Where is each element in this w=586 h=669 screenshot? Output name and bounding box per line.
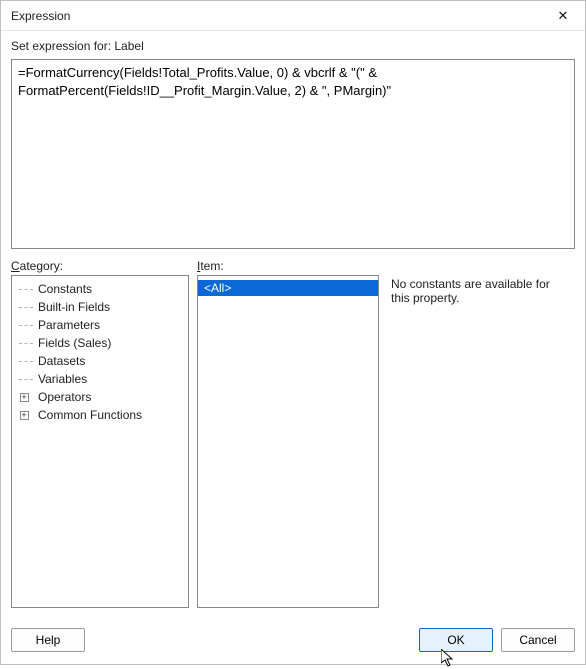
item-label: Item: [197,259,379,275]
help-button[interactable]: Help [11,628,85,652]
category-node[interactable]: Variables [12,370,188,388]
cancel-button[interactable]: Cancel [501,628,575,652]
category-node[interactable]: +Operators [12,388,188,406]
category-node[interactable]: Constants [12,280,188,298]
category-node-label: Datasets [36,354,85,368]
description-label-spacer [387,259,575,275]
item-column: Item: <All> [197,259,379,608]
close-icon: ✕ [558,8,569,24]
category-label: Category: [11,259,189,275]
description-column: No constants are available for this prop… [387,259,575,608]
dialog-footer: Help OK Cancel [1,616,585,664]
category-node-label: Built-in Fields [36,300,110,314]
category-node[interactable]: Datasets [12,352,188,370]
tree-connector-icon [16,379,36,380]
tree-connector-icon [16,307,36,308]
category-node[interactable]: Fields (Sales) [12,334,188,352]
expression-textarea[interactable] [11,59,575,249]
tree-connector-icon [16,361,36,362]
columns: Category: Constants Built-in Fields Parame… [11,259,575,608]
category-node-label: Parameters [36,318,100,332]
expand-icon[interactable]: + [16,411,36,420]
category-node[interactable]: +Common Functions [12,406,188,424]
category-node-label: Fields (Sales) [36,336,111,350]
category-node[interactable]: Parameters [12,316,188,334]
item-list[interactable]: <All> [197,275,379,608]
dialog-content: Set expression for: Label Category: Cons… [1,31,585,616]
description-text: No constants are available for this prop… [387,275,575,608]
category-node-label: Operators [36,390,91,404]
category-node[interactable]: Built-in Fields [12,298,188,316]
category-node-label: Variables [36,372,87,386]
ok-button[interactable]: OK [419,628,493,652]
set-expression-for-label: Set expression for: Label [11,35,575,59]
tree-connector-icon [16,325,36,326]
category-node-label: Constants [36,282,92,296]
item-row[interactable]: <All> [198,280,378,296]
titlebar: Expression ✕ [1,1,585,31]
category-node-label: Common Functions [36,408,142,422]
window-title: Expression [11,9,70,23]
expand-icon[interactable]: + [16,393,36,402]
category-tree[interactable]: Constants Built-in Fields Parameters Fields… [11,275,189,608]
tree-connector-icon [16,343,36,344]
tree-connector-icon [16,289,36,290]
category-column: Category: Constants Built-in Fields Parame… [11,259,189,608]
close-button[interactable]: ✕ [541,1,585,31]
